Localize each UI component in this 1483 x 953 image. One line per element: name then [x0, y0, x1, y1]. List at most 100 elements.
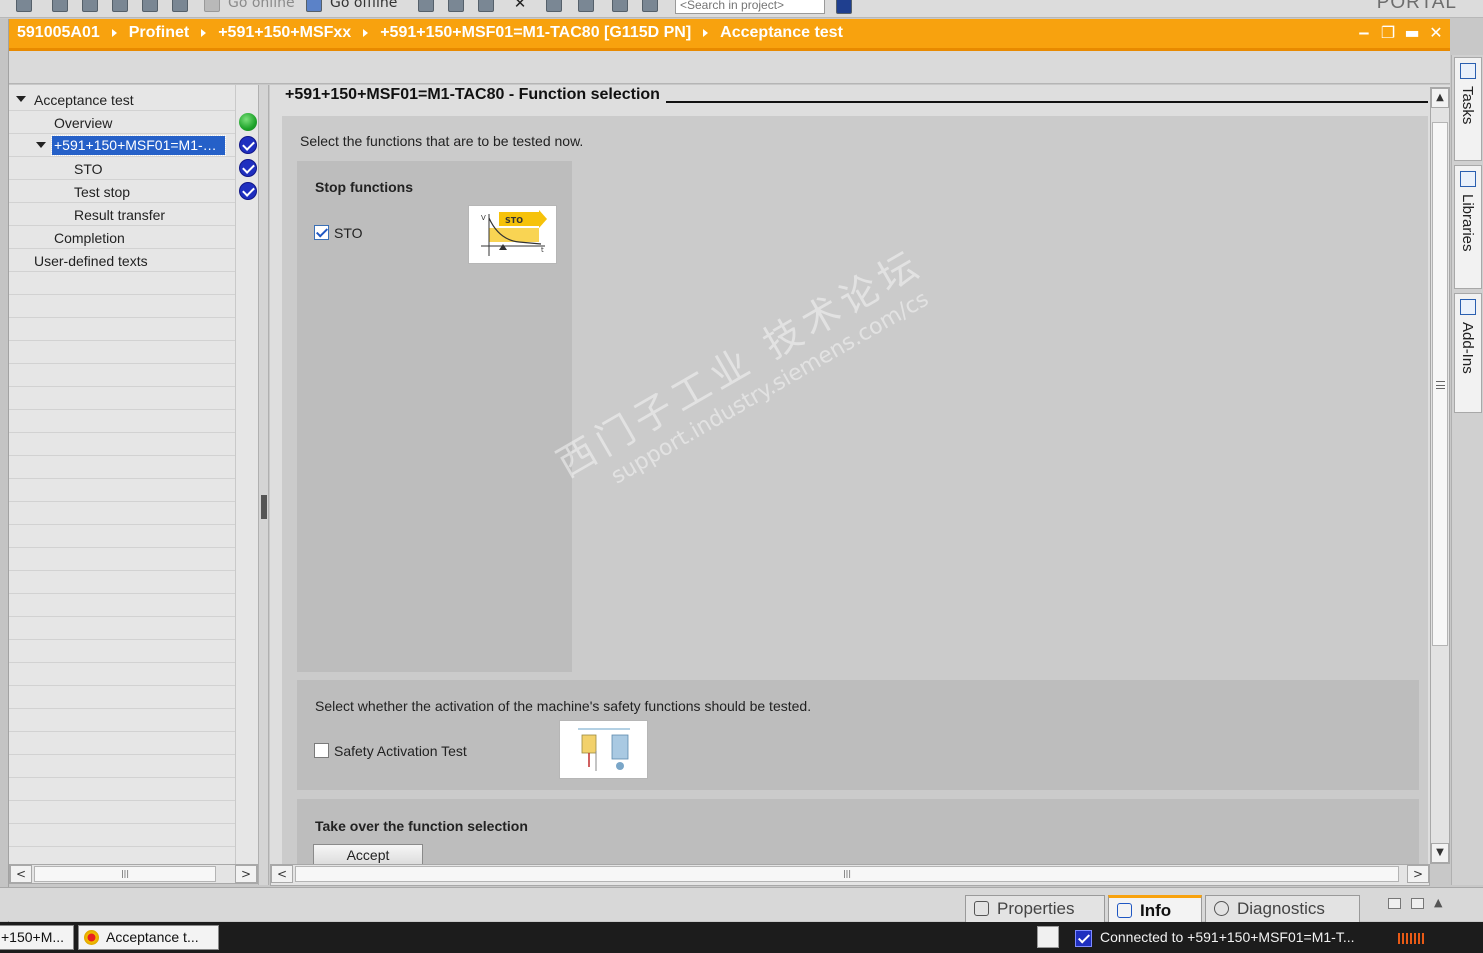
nav-item-overview[interactable]: Overview	[9, 111, 235, 134]
runtime-icon[interactable]	[172, 0, 188, 12]
status-check-icon	[239, 136, 257, 154]
scroll-thumb[interactable]	[1432, 122, 1448, 646]
split-horizontal-icon[interactable]	[546, 0, 562, 12]
tab-properties[interactable]: Properties	[965, 895, 1105, 922]
inspector-window-tabs: Properties Info Diagnostics ▲	[0, 887, 1483, 922]
collapse-triangle-icon[interactable]	[16, 96, 26, 102]
empty-row	[9, 433, 235, 456]
tab-info[interactable]: Info	[1108, 895, 1202, 922]
restore-icon[interactable]: ❐	[1380, 25, 1396, 41]
panel-splitter[interactable]	[258, 85, 269, 885]
sto-label[interactable]: STO	[334, 225, 363, 241]
empty-row	[9, 732, 235, 755]
accept-button[interactable]: Accept	[313, 844, 423, 864]
nav-horizontal-scrollbar[interactable]: < ||| >	[9, 864, 258, 884]
scroll-down-icon[interactable]: ▼	[1431, 843, 1449, 863]
breadcrumb-item[interactable]: +591+150+MSF01=M1-TAC80 [G115D PN]	[380, 24, 691, 42]
upload-icon[interactable]	[112, 0, 128, 12]
scroll-thumb[interactable]: |||	[295, 866, 1399, 882]
safety-activation-checkbox[interactable]	[314, 743, 329, 758]
close-icon[interactable]: ✕	[1428, 25, 1444, 41]
minimize-icon[interactable]: ‒	[1356, 25, 1372, 41]
splitter-handle[interactable]	[261, 495, 267, 519]
taskbar-item-acceptance[interactable]: Acceptance t...	[78, 925, 219, 950]
empty-row	[9, 709, 235, 732]
expand-up-icon[interactable]: ▲	[1434, 897, 1447, 909]
tab-label: Tasks	[1459, 86, 1476, 125]
empty-row	[9, 295, 235, 318]
maximize-panel-icon[interactable]	[1411, 898, 1424, 909]
task-card-tabs: Tasks Libraries Add-Ins	[1451, 55, 1483, 885]
machine-diagram-icon	[578, 728, 630, 771]
scroll-up-icon[interactable]: ▲	[1431, 88, 1449, 108]
empty-row	[9, 640, 235, 663]
print-icon[interactable]	[16, 0, 32, 12]
nav-item-label: User-defined texts	[34, 253, 148, 269]
nav-item-sto[interactable]: STO	[9, 157, 235, 180]
go-offline-icon[interactable]	[306, 0, 322, 12]
inspector-controls: ▲	[1388, 897, 1447, 909]
taskbar-label: +150+M...	[1, 929, 65, 945]
network-icon[interactable]	[1037, 926, 1059, 948]
nav-item-completion[interactable]: Completion	[9, 226, 235, 249]
tab-diagnostics[interactable]: Diagnostics	[1205, 895, 1360, 922]
portal-brand: PORTAL	[1376, 0, 1457, 13]
simulation-icon[interactable]	[142, 0, 158, 12]
maximize-icon[interactable]: ▬	[1404, 25, 1420, 41]
scroll-left-icon[interactable]: <	[271, 865, 293, 883]
scroll-thumb[interactable]: |||	[34, 866, 216, 882]
scroll-right-icon[interactable]: >	[1407, 865, 1429, 883]
safety-activation-label[interactable]: Safety Activation Test	[334, 743, 467, 759]
cross-reference-icon[interactable]: ✕	[512, 0, 528, 12]
tab-label: Info	[1140, 901, 1172, 920]
window-arrange-icon[interactable]	[612, 0, 628, 12]
stop-cpu-icon[interactable]	[478, 0, 494, 12]
sto-checkbox[interactable]	[314, 225, 329, 240]
start-cpu-icon[interactable]	[448, 0, 464, 12]
tab-add-ins[interactable]: Add-Ins	[1454, 293, 1482, 413]
nav-item-result-transfer[interactable]: Result transfer	[9, 203, 235, 226]
go-online-button: Go online	[228, 0, 295, 11]
collapse-triangle-icon[interactable]	[36, 142, 46, 148]
breadcrumb-item[interactable]: 591005A01	[17, 24, 100, 42]
breadcrumb-item[interactable]: +591+150+MSFxx	[218, 24, 351, 42]
nav-item-label: Completion	[54, 230, 125, 246]
empty-row	[9, 755, 235, 778]
function-selection-editor: +591+150+MSF01=M1-TAC80 - Function selec…	[270, 85, 1450, 864]
nav-item-acceptance-test[interactable]: Acceptance test	[9, 88, 235, 111]
grip-icon	[1436, 381, 1445, 389]
accessible-devices-icon[interactable]	[418, 0, 434, 12]
empty-row	[9, 456, 235, 479]
search-input[interactable]	[675, 0, 825, 14]
status-bar: +150+M... Acceptance t... Connected to +…	[0, 922, 1483, 953]
tab-tasks[interactable]: Tasks	[1454, 57, 1482, 161]
empty-row	[9, 594, 235, 617]
taskbar-item-device[interactable]: +150+M...	[0, 925, 74, 950]
compile-icon[interactable]	[52, 0, 68, 12]
test-navigation-panel: Acceptance test Overview +591+150+MSF01=…	[9, 85, 258, 884]
editor-vertical-scrollbar[interactable]: ▲ ▼	[1430, 87, 1450, 864]
search-project-icon[interactable]	[836, 0, 852, 14]
editor-horizontal-scrollbar[interactable]: < ||| >	[270, 864, 1430, 886]
nav-item-label: STO	[74, 161, 103, 177]
breadcrumb-item[interactable]: Profinet	[129, 24, 189, 42]
instruction-text: Select the functions that are to be test…	[300, 133, 584, 149]
download-icon[interactable]	[82, 0, 98, 12]
tab-label: Add-Ins	[1459, 322, 1476, 374]
empty-row	[9, 272, 235, 295]
go-offline-button[interactable]: Go offline	[330, 0, 397, 11]
scroll-left-icon[interactable]: <	[10, 865, 32, 883]
nav-item-user-defined-texts[interactable]: User-defined texts	[9, 249, 235, 272]
float-window-icon[interactable]	[1388, 898, 1401, 909]
tab-label: Libraries	[1459, 194, 1476, 252]
split-vertical-icon[interactable]	[578, 0, 594, 12]
close-editor-icon[interactable]	[642, 0, 658, 12]
empty-row	[9, 617, 235, 640]
tab-libraries[interactable]: Libraries	[1454, 165, 1482, 289]
nav-item-test-stop[interactable]: Test stop	[9, 180, 235, 203]
empty-row	[9, 341, 235, 364]
connection-status-text: Connected to +591+150+MSF01=M1-T...	[1100, 929, 1355, 945]
breadcrumb-item[interactable]: Acceptance test	[720, 24, 843, 42]
scroll-right-icon[interactable]: >	[235, 865, 257, 883]
nav-item-drive[interactable]: +591+150+MSF01=M1-TAC80	[9, 134, 235, 157]
